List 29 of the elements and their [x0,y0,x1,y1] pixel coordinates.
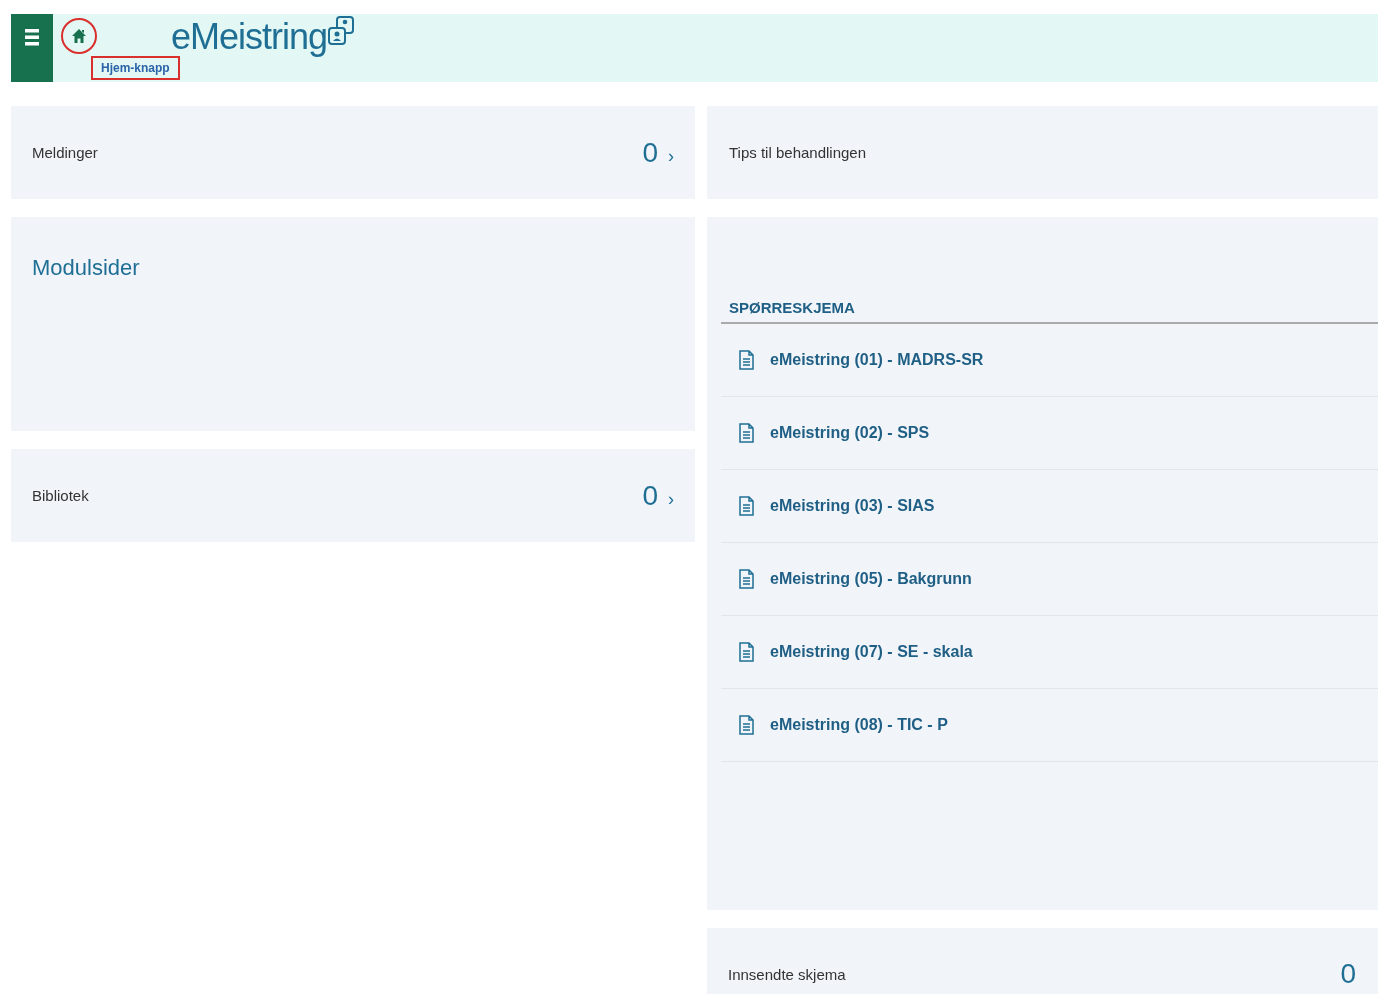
questionnaire-link[interactable]: eMeistring (05) - Bakgrunn [721,543,1378,616]
card-title: Bibliotek [32,487,90,504]
document-icon [739,350,754,370]
home-button[interactable] [61,18,97,54]
questionnaire-link[interactable]: eMeistring (01) - MADRS-SR [721,324,1378,397]
count-label: 0 [642,136,658,169]
chevron-link[interactable]: › [668,146,674,167]
questionnaire-link[interactable]: eMeistring (08) - TIC - P [721,689,1378,762]
document-icon [739,715,754,735]
annotation-label: Hjem-knapp [91,56,180,80]
card-title: Innsendte skjema [728,965,847,983]
menu-icon [25,28,39,46]
questionnaire-link[interactable]: eMeistring (07) - SE - skala [721,616,1378,689]
document-icon [739,496,754,516]
logo-text: eMeistring [171,16,328,58]
document-icon [739,423,754,443]
section-heading: SPØRRESKJEMA [721,299,1378,324]
document-icon [739,642,754,662]
count-label: 0 [642,479,658,512]
card-title: Modulsider [32,255,140,281]
home-icon [71,28,87,44]
count-label: 0 [1340,958,1356,990]
document-icon [739,569,754,589]
questionnaire-link[interactable]: eMeistring (02) - SPS [721,397,1378,470]
card-title: Tips til behandlingen [729,144,868,161]
questionnaire-link[interactable]: eMeistring (03) - SIAS [721,470,1378,543]
card-title: Meldinger [32,144,99,161]
menu-button[interactable] [11,14,53,82]
chevron-link[interactable]: › [668,489,674,510]
